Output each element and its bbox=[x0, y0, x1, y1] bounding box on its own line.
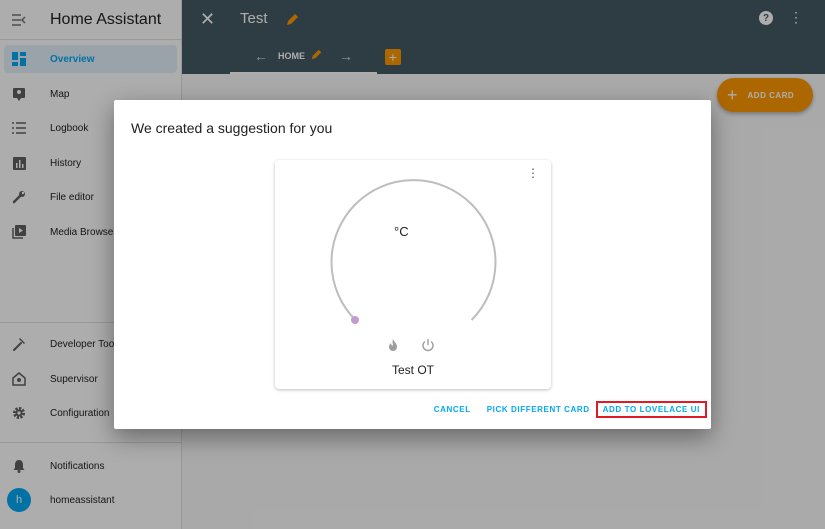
hvac-modes bbox=[387, 338, 435, 357]
temperature-unit: °C bbox=[394, 224, 409, 239]
power-icon[interactable] bbox=[421, 338, 435, 357]
dial-track bbox=[330, 179, 497, 321]
flame-icon[interactable] bbox=[387, 338, 399, 357]
dial-handle[interactable] bbox=[351, 316, 359, 324]
suggestion-dialog: We created a suggestion for you ⋮ °C Tes… bbox=[114, 100, 711, 429]
dialog-actions: CANCEL PICK DIFFERENT CARD ADD TO LOVELA… bbox=[428, 401, 707, 418]
cancel-button[interactable]: CANCEL bbox=[428, 401, 477, 418]
pick-different-card-button[interactable]: PICK DIFFERENT CARD bbox=[481, 401, 596, 418]
thermostat-card: ⋮ °C Test OT bbox=[275, 160, 551, 389]
card-entity-name: Test OT bbox=[391, 363, 434, 377]
add-to-lovelace-button[interactable]: ADD TO LOVELACE UI bbox=[595, 401, 707, 418]
dialog-title: We created a suggestion for you bbox=[131, 120, 333, 136]
